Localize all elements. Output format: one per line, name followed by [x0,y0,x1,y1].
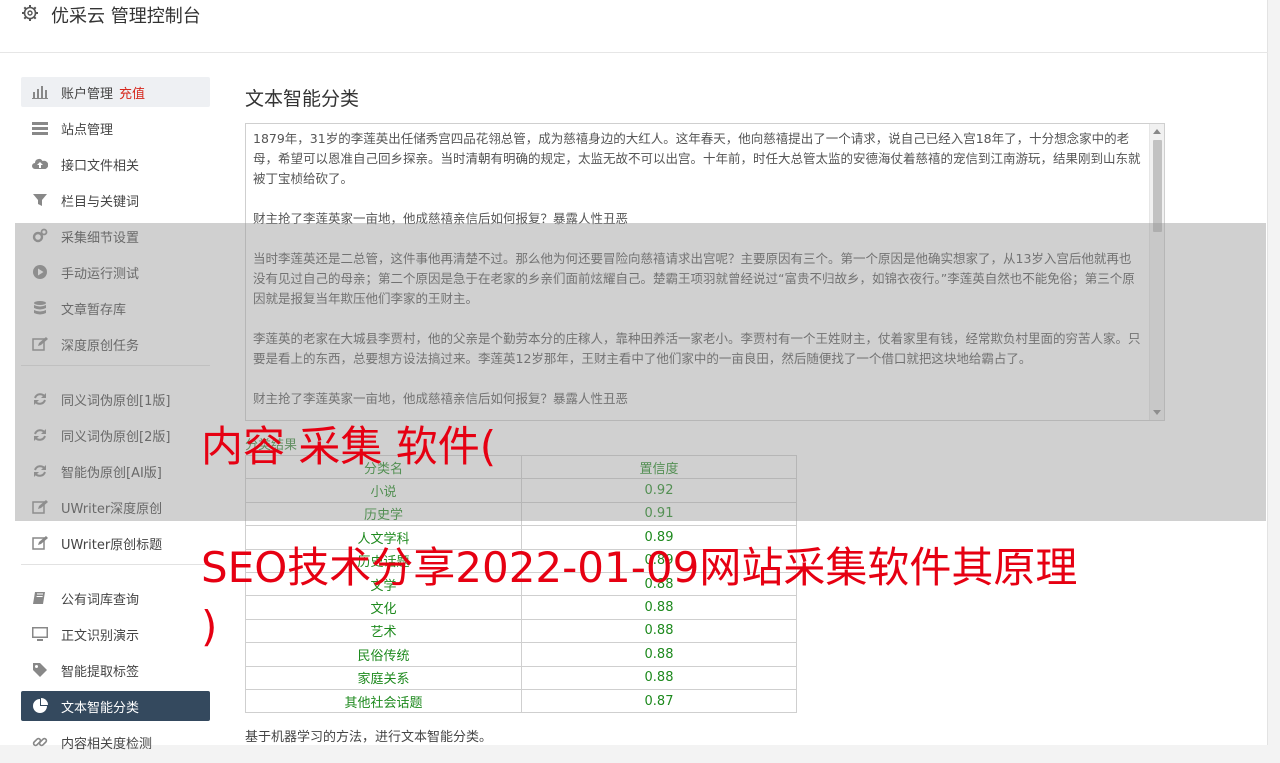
sidebar-item-label: 栏目与关键词 [61,195,140,210]
sidebar-item-label: 公有词库查询 [61,593,140,608]
watermark-line-3: ) [201,602,218,651]
category-cell: 家庭关系 [245,665,522,690]
sidebar-item-account[interactable]: 账户管理 充值 [21,77,210,107]
sidebar-item-text-classify[interactable]: 文本智能分类 [21,691,210,721]
sidebar-item-uwriter-title[interactable]: UWriter原创标题 [21,528,210,558]
confidence-cell: 0.88 [521,642,797,667]
table-row: 文化 0.88 [245,595,797,620]
scroll-up-icon[interactable] [1153,129,1161,134]
confidence-cell: 0.88 [521,665,797,690]
filter-icon [32,192,48,208]
page-title: 文本智能分类 [245,88,360,110]
category-cell: 艺术 [245,618,522,644]
sidebar-item-label: 站点管理 [61,123,114,138]
confidence-cell: 0.88 [521,595,797,620]
table-row: 其他社会话题 0.87 [245,688,797,714]
footer-note: 基于机器学习的方法，进行文本智能分类。 [245,730,493,745]
table-row: 民俗传统 0.88 [245,642,797,667]
link-icon [32,734,48,750]
desktop-icon [32,626,48,642]
sidebar-item-label: UWriter原创标题 [61,538,163,553]
category-cell: 其他社会话题 [245,688,522,714]
pie-chart-icon [32,698,48,714]
sidebar-item-text-recognition[interactable]: 正文识别演示 [21,619,210,649]
sidebar-item-label: 智能提取标签 [61,665,140,680]
watermark-line-1: 内容 采集 软件( [201,422,497,471]
table-row: 艺术 0.88 [245,618,797,644]
sidebar-item-columns-keywords[interactable]: 栏目与关键词 [21,185,210,215]
sidebar-item-relevance-check[interactable]: 内容相关度检测 [21,727,210,757]
sidebar-item-sites[interactable]: 站点管理 [21,113,210,143]
sidebar-item-interface-files[interactable]: 接口文件相关 [21,149,210,179]
book-icon [32,590,48,606]
bar-chart-icon [32,84,48,100]
scroll-thumb[interactable] [1153,140,1162,232]
sidebar-item-smart-tags[interactable]: 智能提取标签 [21,655,210,685]
gear-icon[interactable] [21,4,39,22]
confidence-cell: 0.87 [521,688,797,714]
sidebar-item-label: 文本智能分类 [61,701,140,716]
app-title: 优采云 管理控制台 [51,6,201,27]
sidebar-item-label: 接口文件相关 [61,159,140,174]
server-icon [32,120,48,136]
sidebar-item-label: 正文识别演示 [61,629,140,644]
confidence-cell: 0.88 [521,618,797,644]
sidebar-item-public-lexicon[interactable]: 公有词库查询 [21,583,210,613]
app-header: 优采云 管理控制台 [0,0,1268,53]
cloud-upload-icon [32,156,48,172]
sidebar-item-label: 内容相关度检测 [61,737,153,752]
watermark-line-2: SEO技术分享2022-01-09网站采集软件其原理 [201,543,1078,592]
text-paragraph: 1879年，31岁的李莲英出任储秀宫四品花翎总管，成为慈禧身边的大红人。这年春天… [253,131,1141,186]
gray-overlay [15,223,1266,521]
recharge-link[interactable]: 充值 [119,87,145,102]
category-cell: 文化 [245,595,522,620]
sidebar-item-label: 账户管理 [61,87,114,102]
table-row: 家庭关系 0.88 [245,665,797,690]
edit-icon [32,535,48,551]
category-cell: 民俗传统 [245,642,522,667]
sidebar-divider [21,564,210,565]
tag-icon [32,662,48,678]
